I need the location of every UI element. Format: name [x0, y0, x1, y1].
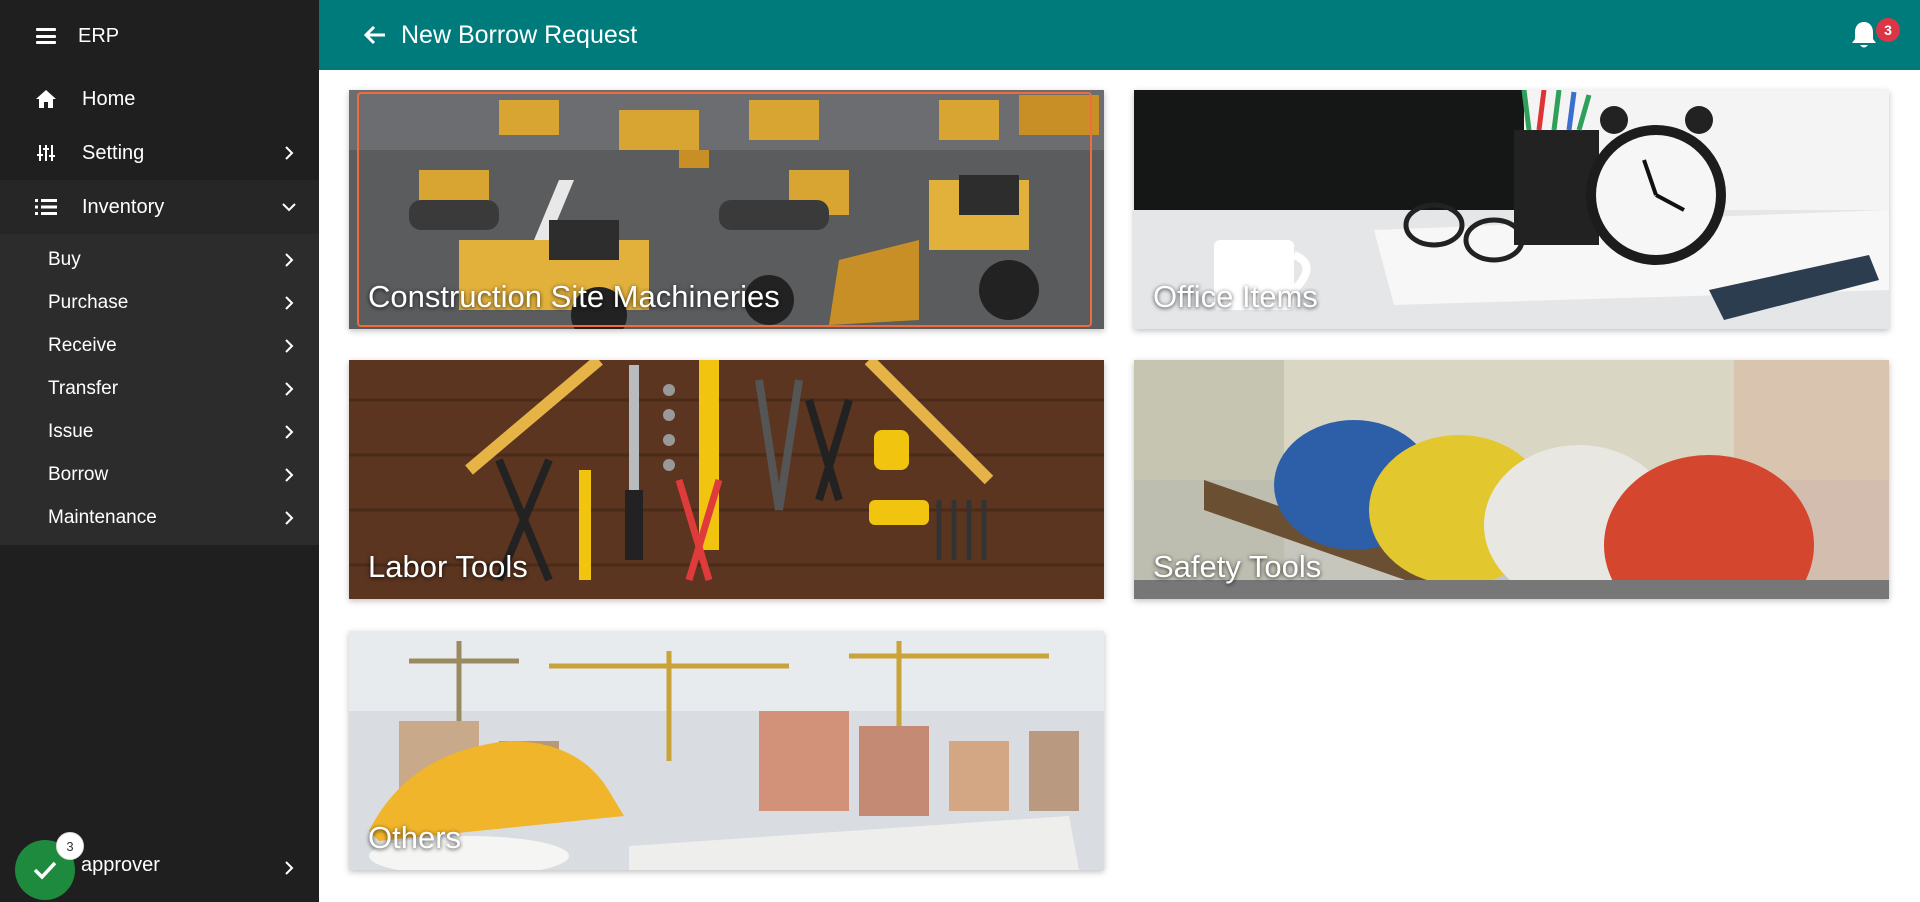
submenu-item-buy[interactable]: Buy — [0, 238, 319, 281]
chevron-right-icon — [285, 338, 294, 353]
sidebar-item-inventory[interactable]: Inventory — [0, 180, 319, 234]
category-label: Office Items — [1153, 279, 1318, 314]
user-badge: 3 — [56, 832, 84, 860]
chevron-right-icon — [285, 146, 294, 160]
submenu-item-borrow[interactable]: Borrow — [0, 453, 319, 496]
home-icon — [34, 87, 58, 111]
inventory-submenu: Buy Purchase Receive Transfer Issue Borr… — [0, 234, 319, 545]
chevron-right-icon — [285, 295, 294, 310]
chevron-right-icon — [285, 510, 294, 525]
sidebar: ERP Home Setting Inventory Buy Purchase … — [0, 0, 319, 902]
submenu-item-purchase[interactable]: Purchase — [0, 281, 319, 324]
sidebar-item-label: Setting — [82, 141, 145, 164]
page-title: New Borrow Request — [401, 20, 638, 49]
user-menu[interactable]: 3 approver — [0, 830, 319, 902]
submenu-item-label: Borrow — [48, 463, 109, 485]
submenu-item-label: Receive — [48, 334, 117, 356]
notification-badge: 3 — [1876, 18, 1900, 42]
chevron-right-icon — [285, 424, 294, 439]
submenu-item-receive[interactable]: Receive — [0, 324, 319, 367]
submenu-item-label: Maintenance — [48, 506, 157, 528]
chevron-down-icon — [282, 203, 296, 212]
hamburger-menu-icon[interactable] — [36, 28, 56, 44]
list-icon — [34, 195, 58, 219]
submenu-item-label: Purchase — [48, 291, 129, 313]
back-button[interactable] — [363, 23, 387, 47]
category-label: Construction Site Machineries — [368, 279, 780, 314]
chevron-right-icon — [285, 252, 294, 267]
user-name: approver — [81, 854, 160, 876]
app-title: ERP — [78, 24, 120, 47]
sidebar-item-label: Home — [82, 87, 136, 110]
construction-cranes-helmet-photo — [349, 631, 1104, 870]
submenu-item-label: Transfer — [48, 377, 119, 399]
submenu-item-maintenance[interactable]: Maintenance — [0, 496, 319, 539]
bell-icon[interactable] — [1850, 20, 1878, 50]
category-label: Safety Tools — [1153, 549, 1322, 584]
category-card-office-items[interactable]: Office Items — [1134, 90, 1889, 329]
arrow-left-icon — [364, 26, 385, 44]
sidebar-item-home[interactable]: Home — [0, 72, 319, 126]
submenu-item-label: Buy — [48, 248, 81, 270]
category-card-construction[interactable]: Construction Site Machineries — [349, 90, 1104, 329]
chevron-right-icon — [285, 381, 294, 396]
category-card-safety-tools[interactable]: Safety Tools — [1134, 360, 1889, 599]
top-bar: New Borrow Request 3 — [319, 0, 1920, 70]
chevron-right-icon — [285, 467, 294, 482]
category-label: Labor Tools — [368, 549, 528, 584]
submenu-item-issue[interactable]: Issue — [0, 410, 319, 453]
check-icon — [33, 861, 57, 880]
category-card-labor-tools[interactable]: Labor Tools — [349, 360, 1104, 599]
submenu-item-transfer[interactable]: Transfer — [0, 367, 319, 410]
sidebar-item-label: Inventory — [82, 195, 165, 218]
chevron-right-icon — [285, 861, 294, 875]
category-card-others[interactable]: Others — [349, 631, 1104, 870]
category-label: Others — [368, 820, 462, 855]
sidebar-item-setting[interactable]: Setting — [0, 126, 319, 180]
submenu-item-label: Issue — [48, 420, 94, 442]
sliders-icon — [34, 141, 58, 165]
brand: ERP — [0, 0, 319, 72]
